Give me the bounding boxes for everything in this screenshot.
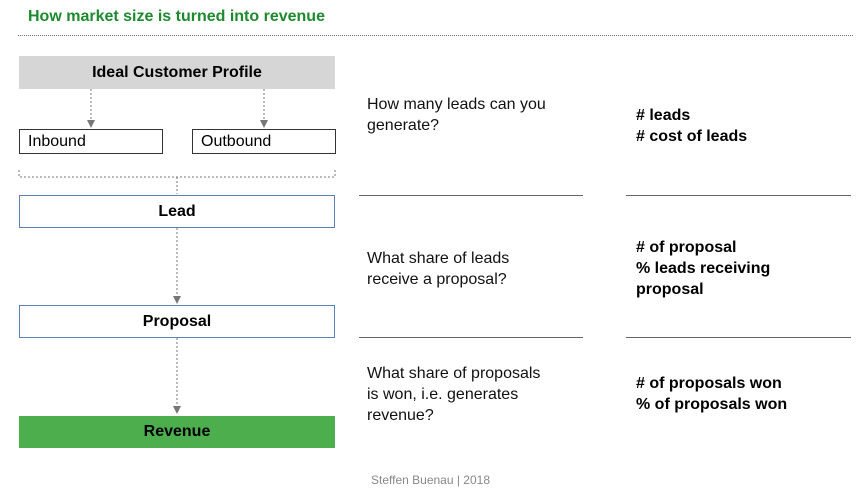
question-proposals-won: What share of proposals is won, i.e. gen… xyxy=(367,363,582,426)
metric-line: # cost of leads xyxy=(636,128,748,145)
question-leads: How many leads can you generate? xyxy=(367,94,582,136)
question-line: is won, i.e. generates xyxy=(367,386,519,403)
question-line: How many leads can you xyxy=(367,96,546,113)
metric-line: % leads receiving xyxy=(636,260,771,277)
metrics-proposals-won: # of proposals won % of proposals won xyxy=(636,373,851,415)
footer-credit: Steffen Buenau | 2018 xyxy=(371,473,490,487)
question-line: generate? xyxy=(367,117,440,134)
row-divider xyxy=(626,195,851,196)
metrics-proposal: # of proposal % leads receiving proposal xyxy=(636,237,851,300)
metric-line: # of proposal xyxy=(636,239,737,256)
page-title: How market size is turned into revenue xyxy=(28,8,325,25)
merge-bracket xyxy=(18,170,336,178)
row-divider xyxy=(626,337,851,338)
metric-line: % of proposals won xyxy=(636,396,788,413)
row-divider xyxy=(359,195,583,196)
question-proposal-share: What share of leads receive a proposal? xyxy=(367,248,582,290)
question-line: What share of leads xyxy=(367,250,510,267)
metrics-leads: # leads # cost of leads xyxy=(636,105,851,147)
question-line: What share of proposals xyxy=(367,365,541,382)
metric-line: proposal xyxy=(636,281,704,298)
ideal-customer-profile-box: Ideal Customer Profile xyxy=(19,56,335,89)
dotted-divider xyxy=(18,35,853,36)
question-line: receive a proposal? xyxy=(367,271,507,288)
proposal-box: Proposal xyxy=(19,305,335,338)
metric-line: # of proposals won xyxy=(636,375,782,392)
metric-line: # leads xyxy=(636,107,691,124)
row-divider xyxy=(359,337,583,338)
lead-box: Lead xyxy=(19,195,335,228)
inbound-box: Inbound xyxy=(19,129,163,154)
revenue-box: Revenue xyxy=(19,416,335,448)
question-line: revenue? xyxy=(367,407,434,424)
outbound-box: Outbound xyxy=(192,129,336,154)
